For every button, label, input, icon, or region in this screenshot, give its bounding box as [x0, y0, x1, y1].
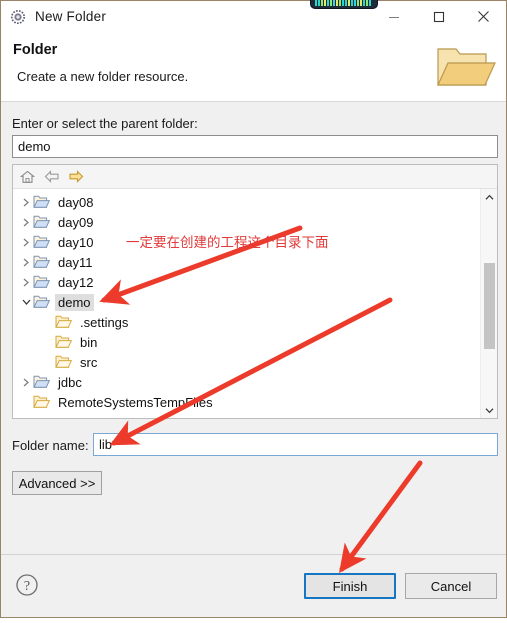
dialog-header: Folder Create a new folder resource.: [1, 32, 506, 102]
minimize-icon[interactable]: [371, 1, 416, 32]
dialog-footer: ? Finish Cancel: [1, 554, 506, 617]
plain-folder-icon: [55, 315, 73, 329]
tree-item-label: demo: [55, 293, 94, 311]
chevron-right-icon[interactable]: [19, 218, 33, 227]
open-folder-icon: [434, 44, 496, 90]
folder-icon: [33, 295, 51, 309]
folder-tree-panel: day08 day09 day10 day11 day12 demo .settings bi…: [12, 164, 498, 419]
clipped-overlay-widget: [310, 0, 378, 9]
tree-item-day12[interactable]: day12: [13, 272, 480, 292]
tree-item-day10[interactable]: day10: [13, 232, 480, 252]
tree-item-remotesystemstempfiles[interactable]: RemoteSystemsTempFiles: [13, 392, 480, 412]
tree-item-label: day12: [58, 274, 94, 290]
svg-text:?: ?: [24, 579, 30, 594]
tree-item-label: RemoteSystemsTempFiles: [58, 394, 213, 410]
plain-folder-icon: [55, 355, 73, 369]
chevron-down-icon[interactable]: [19, 298, 33, 306]
gear-icon: [10, 9, 26, 25]
tree-item-label: jdbc: [58, 374, 82, 390]
tree-item-label: day08: [58, 194, 94, 210]
maximize-icon[interactable]: [416, 1, 461, 32]
tree-item-bin[interactable]: bin: [13, 332, 480, 352]
folder-name-label: Folder name:: [12, 438, 89, 453]
folder-icon: [33, 195, 51, 209]
scroll-up-icon[interactable]: [481, 189, 497, 205]
forward-arrow-icon[interactable]: [67, 169, 84, 185]
plain-folder-icon: [33, 395, 51, 409]
tree-item-label: src: [80, 354, 98, 370]
home-icon[interactable]: [19, 169, 36, 185]
folder-icon: [33, 235, 51, 249]
parent-folder-input[interactable]: [12, 135, 498, 158]
tree-item-label: day11: [58, 254, 93, 270]
close-icon[interactable]: [461, 1, 506, 32]
folder-icon: [33, 375, 51, 389]
tree-item-label: day09: [58, 214, 94, 230]
tree-item-day11[interactable]: day11: [13, 252, 480, 272]
tree-scrollbar[interactable]: [480, 189, 497, 418]
new-folder-dialog: New Folder Folder Create a new folder re…: [0, 0, 507, 618]
dialog-body: Enter or select the parent folder: demo …: [1, 102, 506, 554]
cancel-button[interactable]: Cancel: [405, 573, 497, 599]
window-title: New Folder: [35, 9, 107, 24]
folder-icon: [33, 255, 51, 269]
tree-item-day09[interactable]: day09: [13, 212, 480, 232]
scrollbar-track[interactable]: [483, 205, 495, 402]
tree-item-label: day10: [58, 234, 94, 250]
tree-item-label: bin: [80, 334, 98, 350]
tree-item-dot-settings[interactable]: .settings: [13, 312, 480, 332]
chevron-right-icon[interactable]: [19, 378, 33, 387]
tree-toolbar: [13, 165, 497, 189]
parent-folder-label: Enter or select the parent folder:: [12, 116, 198, 131]
page-title: Folder: [13, 42, 58, 58]
chevron-right-icon[interactable]: [19, 238, 33, 247]
folder-name-input[interactable]: [93, 433, 498, 456]
chevron-right-icon[interactable]: [19, 278, 33, 287]
tree-list: day08 day09 day10 day11 day12 demo .settings bi…: [13, 189, 480, 418]
folder-icon: [33, 275, 51, 289]
chevron-right-icon[interactable]: [19, 198, 33, 207]
tree-item-demo[interactable]: demo: [13, 292, 480, 312]
tree-item-day08[interactable]: day08: [13, 192, 480, 212]
finish-button[interactable]: Finish: [304, 573, 396, 599]
tree-item-jdbc[interactable]: jdbc: [13, 372, 480, 392]
page-subtitle: Create a new folder resource.: [17, 69, 189, 84]
help-icon[interactable]: ?: [15, 573, 39, 597]
window-controls: [371, 1, 506, 32]
folder-icon: [33, 215, 51, 229]
tree-body: day08 day09 day10 day11 day12 demo .settings bi…: [13, 189, 497, 418]
advanced-button[interactable]: Advanced >>: [12, 471, 102, 495]
chevron-right-icon[interactable]: [19, 258, 33, 267]
tree-item-src[interactable]: src: [13, 352, 480, 372]
scroll-down-icon[interactable]: [481, 402, 497, 418]
title-bar: New Folder: [1, 1, 506, 32]
plain-folder-icon: [55, 335, 73, 349]
back-arrow-icon[interactable]: [43, 169, 60, 185]
tree-item-label: .settings: [80, 314, 129, 330]
scrollbar-thumb[interactable]: [483, 263, 495, 349]
